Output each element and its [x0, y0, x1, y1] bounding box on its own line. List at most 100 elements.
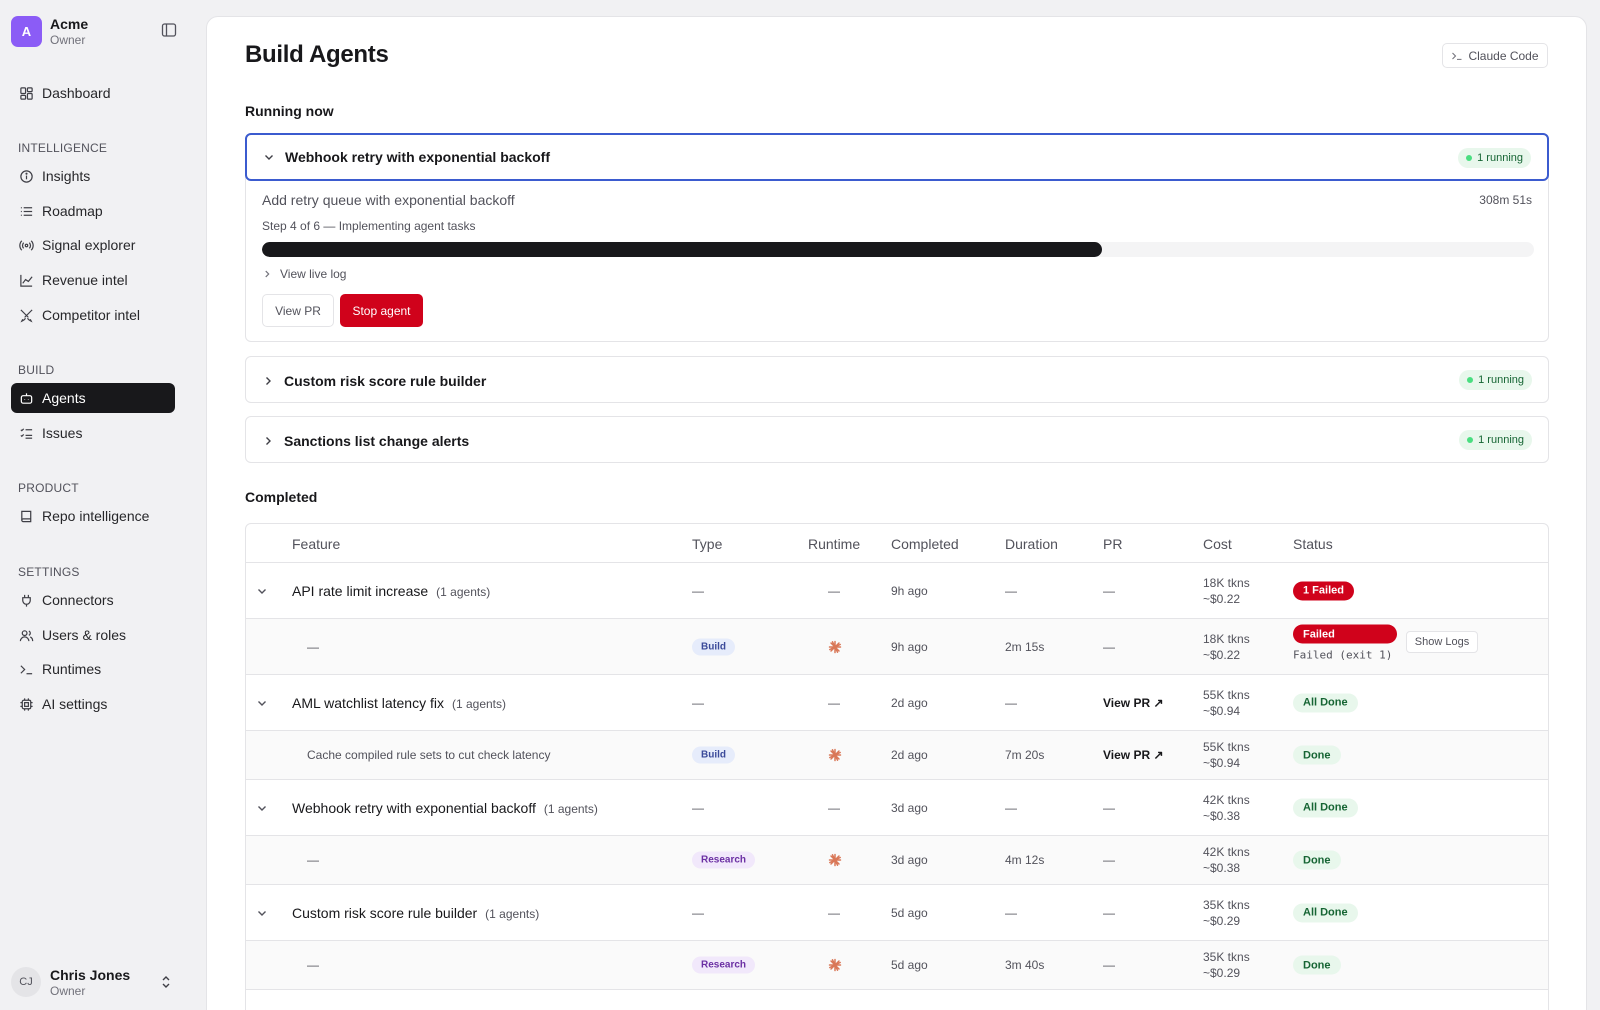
cost-usd: ~$0.38: [1203, 861, 1241, 875]
running-badge: 1 running: [1458, 148, 1531, 168]
view-pr-link[interactable]: View PR ↗: [1103, 696, 1164, 710]
cost-usd: ~$0.38: [1203, 808, 1241, 823]
book-icon: [21, 510, 32, 522]
col-duration[interactable]: Duration: [1005, 536, 1058, 552]
status-badge: Done: [1293, 955, 1341, 975]
completed-cell: 9h ago: [891, 583, 928, 598]
feature-name: —: [307, 958, 319, 972]
nav-section-settings: SETTINGS: [18, 565, 80, 579]
sidebar-item-competitor-intel[interactable]: Competitor intel: [11, 300, 175, 330]
type-badge: Research: [692, 851, 756, 869]
chevron-down-icon[interactable]: [256, 907, 268, 919]
chevron-down-icon[interactable]: [256, 697, 268, 709]
col-cost[interactable]: Cost: [1203, 536, 1232, 552]
cost-usd: ~$0.94: [1203, 703, 1241, 718]
sidebar-item-agents[interactable]: Agents: [11, 383, 175, 413]
list-icon: [20, 206, 33, 216]
view-pr-button[interactable]: View PR: [262, 294, 334, 327]
running-agent-card: Webhook retry with exponential backoff 1…: [245, 133, 1549, 342]
table-row: — Research 3d ago 4m 12s — 42K tkns ~$0.3…: [246, 836, 1548, 885]
running-badge: 1 running: [1459, 430, 1532, 450]
status-badge: Done: [1293, 850, 1341, 870]
sidebar-item-dashboard[interactable]: Dashboard: [11, 78, 175, 108]
cost-tokens: 42K tkns: [1203, 792, 1250, 807]
line-chart-icon: [20, 274, 33, 287]
running-agent-card[interactable]: Sanctions list change alerts 1 running: [245, 416, 1549, 463]
nav-section-intelligence: INTELLIGENCE: [18, 141, 108, 155]
claude-spark-icon: [828, 748, 842, 762]
cost-tokens: 35K tkns: [1203, 897, 1250, 912]
cost-tokens: 42K tkns: [1203, 845, 1250, 859]
view-pr-link[interactable]: View PR ↗: [1103, 748, 1164, 762]
progress-bar: [262, 242, 1534, 257]
chevron-down-icon[interactable]: [256, 802, 268, 814]
sidebar-item-repo-intelligence[interactable]: Repo intelligence: [11, 501, 175, 531]
sidebar-item-label: Competitor intel: [42, 307, 141, 323]
info-icon: [20, 169, 33, 183]
status-badge: All Done: [1293, 693, 1358, 712]
running-agent-header[interactable]: Custom risk score rule builder 1 running: [246, 357, 1548, 404]
view-live-log-toggle[interactable]: View live log: [262, 267, 346, 281]
sidebar-item-insights[interactable]: Insights: [11, 161, 175, 191]
runtime-cell: —: [828, 800, 840, 815]
user-name: Chris Jones: [50, 966, 131, 983]
radio-signal-icon: [19, 239, 34, 251]
claude-spark-icon: [828, 640, 842, 653]
sidebar-toggle-icon[interactable]: [161, 22, 177, 38]
feature-name: Custom risk score rule builder: [292, 904, 478, 921]
stop-agent-button[interactable]: Stop agent: [340, 294, 423, 327]
running-agent-header[interactable]: Sanctions list change alerts 1 running: [246, 417, 1548, 464]
table-row[interactable]: Custom risk score rule builder (1 agents)…: [246, 885, 1548, 941]
cost-tokens: 55K tkns: [1203, 740, 1250, 754]
col-completed[interactable]: Completed: [891, 536, 959, 552]
avatar: CJ: [11, 967, 41, 997]
sidebar-item-runtimes[interactable]: Runtimes: [11, 654, 175, 684]
user-menu[interactable]: CJ Chris Jones Owner: [11, 964, 181, 1000]
running-agent-card[interactable]: Custom risk score rule builder 1 running: [245, 356, 1549, 403]
claude-code-button[interactable]: Claude Code: [1442, 43, 1548, 68]
col-type[interactable]: Type: [692, 536, 722, 552]
type-badge: Research: [692, 956, 756, 974]
status-dot: [1467, 377, 1474, 383]
sidebar-item-users-roles[interactable]: Users & roles: [11, 620, 175, 650]
table-row[interactable]: API rate limit increase (1 agents) — — 9h…: [246, 563, 1548, 619]
checklist-icon: [20, 427, 33, 439]
completed-cell: 3d ago: [891, 800, 928, 815]
show-logs-button[interactable]: Show Logs: [1406, 631, 1478, 653]
status-dot: [1467, 437, 1474, 443]
view-live-log-label: View live log: [280, 267, 347, 281]
col-pr[interactable]: PR: [1103, 536, 1122, 552]
sidebar-item-label: Revenue intel: [42, 272, 128, 288]
table-row: — Build 9h ago 2m 15s — 18K tkns ~$0.22 F…: [246, 619, 1548, 675]
status-dot: [1466, 155, 1473, 161]
user-role: Owner: [50, 983, 86, 998]
workspace-switcher[interactable]: A Acme Owner: [11, 14, 181, 48]
table-row: Cache compiled rule sets to cut check la…: [246, 731, 1548, 780]
completed-cell: 5d ago: [891, 905, 928, 920]
completed-cell: 2d ago: [891, 695, 928, 710]
type-cell: —: [692, 583, 704, 598]
running-agent-name: Custom risk score rule builder: [284, 372, 487, 389]
col-feature[interactable]: Feature: [292, 536, 340, 552]
table-row[interactable]: Webhook retry with exponential backoff (1…: [246, 780, 1548, 836]
bot-icon: [20, 392, 33, 404]
chevron-down-icon[interactable]: [256, 585, 268, 597]
sidebar-item-roadmap[interactable]: Roadmap: [11, 196, 175, 226]
sidebar-item-signal-explorer[interactable]: Signal explorer: [11, 230, 175, 260]
table-row[interactable]: AML watchlist latency fix (1 agents) — — …: [246, 675, 1548, 731]
chevron-right-icon: [266, 436, 271, 445]
chevron-down-icon: [265, 155, 273, 160]
sidebar-item-label: Issues: [42, 425, 83, 441]
sidebar-item-revenue-intel[interactable]: Revenue intel: [11, 265, 175, 295]
completed-cell: 3d ago: [891, 853, 928, 867]
pr-cell: —: [1103, 958, 1115, 972]
col-status[interactable]: Status: [1293, 536, 1333, 552]
col-runtime[interactable]: Runtime: [808, 536, 860, 552]
feature-name: Webhook retry with exponential backoff: [292, 799, 536, 816]
sidebar-item-connectors[interactable]: Connectors: [11, 585, 175, 615]
running-agent-header[interactable]: Webhook retry with exponential backoff 1…: [245, 133, 1549, 181]
sidebar-item-issues[interactable]: Issues: [11, 418, 175, 448]
sidebar-item-label: AI settings: [42, 696, 108, 712]
sidebar-item-ai-settings[interactable]: AI settings: [11, 689, 175, 719]
cost-usd: ~$0.29: [1203, 913, 1241, 928]
